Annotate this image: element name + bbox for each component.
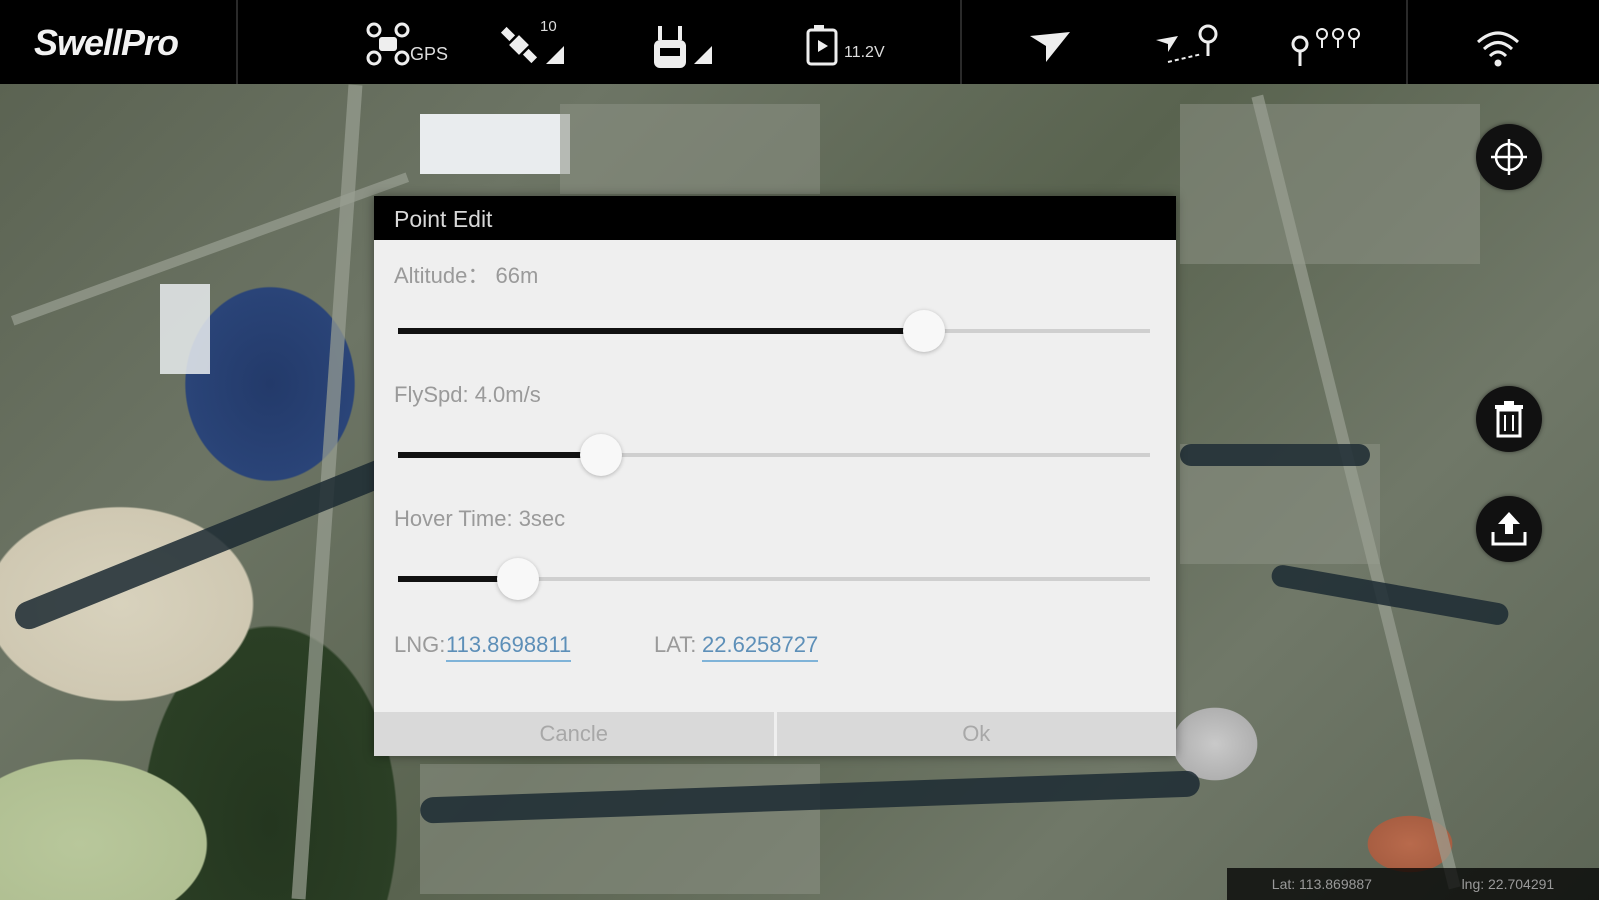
crosshair-icon bbox=[1491, 139, 1527, 175]
coordinate-readout: Lat: 113.869887 lng: 22.704291 bbox=[1227, 868, 1599, 900]
wifi-icon bbox=[1476, 28, 1520, 73]
hover-time-slider[interactable] bbox=[398, 558, 1150, 600]
slider-thumb[interactable] bbox=[903, 310, 946, 352]
slider-fill bbox=[398, 452, 602, 458]
slider-fill bbox=[398, 328, 925, 334]
satellite-count: 10 bbox=[540, 18, 557, 35]
map-river bbox=[10, 442, 430, 634]
point-edit-dialog: Point Edit Altitude： 66m FlySpd: 4.0m/s … bbox=[374, 196, 1176, 756]
top-status-bar: SwellPro GPS 10 11.2V bbox=[0, 0, 1599, 84]
dialog-button-row: Cancle Ok bbox=[374, 712, 1176, 756]
send-icon[interactable] bbox=[1030, 32, 1070, 67]
rc-signal-icon bbox=[694, 46, 712, 64]
signal-strength-icon bbox=[546, 46, 564, 64]
battery-icon bbox=[806, 24, 842, 71]
upload-button[interactable] bbox=[1476, 496, 1542, 562]
hover-time-label: Hover Time: 3sec bbox=[394, 506, 566, 531]
satellite-icon bbox=[500, 26, 540, 71]
divider bbox=[960, 0, 962, 84]
upload-icon bbox=[1491, 512, 1527, 546]
divider bbox=[236, 0, 238, 84]
delete-button[interactable] bbox=[1476, 386, 1542, 452]
battery-voltage: 11.2V bbox=[844, 44, 885, 61]
slider-thumb[interactable] bbox=[497, 558, 540, 600]
trash-icon bbox=[1495, 401, 1523, 438]
lat-label: LAT: bbox=[654, 632, 697, 657]
drone-gps-icon bbox=[366, 22, 410, 71]
lng-input[interactable]: 113.8698811 bbox=[446, 632, 572, 662]
cancel-button[interactable]: Cancle bbox=[374, 712, 774, 756]
remote-controller-icon bbox=[652, 26, 688, 75]
slider-thumb[interactable] bbox=[580, 434, 623, 476]
ok-button[interactable]: Ok bbox=[773, 712, 1176, 756]
map-river bbox=[1180, 444, 1370, 466]
waypoints-icon[interactable] bbox=[1290, 26, 1364, 75]
flyspeed-label: FlySpd: 4.0m/s bbox=[394, 382, 541, 407]
locate-button[interactable] bbox=[1476, 124, 1542, 190]
flyspeed-slider[interactable] bbox=[398, 434, 1150, 476]
map-area bbox=[1180, 104, 1480, 264]
lng-label: LNG: bbox=[394, 632, 446, 657]
map-building bbox=[420, 114, 570, 174]
map-building bbox=[160, 284, 210, 374]
lat-input[interactable]: 22.6258727 bbox=[702, 632, 819, 662]
map-area bbox=[560, 104, 820, 194]
dialog-title: Point Edit bbox=[374, 196, 1176, 240]
altitude-slider[interactable] bbox=[398, 310, 1150, 352]
readout-lat: Lat: 113.869887 bbox=[1271, 876, 1372, 892]
gps-label: GPS bbox=[410, 44, 449, 64]
route-point-icon[interactable] bbox=[1156, 22, 1220, 77]
readout-lng: lng: 22.704291 bbox=[1461, 876, 1555, 892]
map-area bbox=[420, 764, 820, 894]
altitude-label: Altitude： 66m bbox=[394, 263, 539, 288]
divider bbox=[1406, 0, 1408, 84]
swellpro-logo: SwellPro bbox=[34, 22, 179, 63]
